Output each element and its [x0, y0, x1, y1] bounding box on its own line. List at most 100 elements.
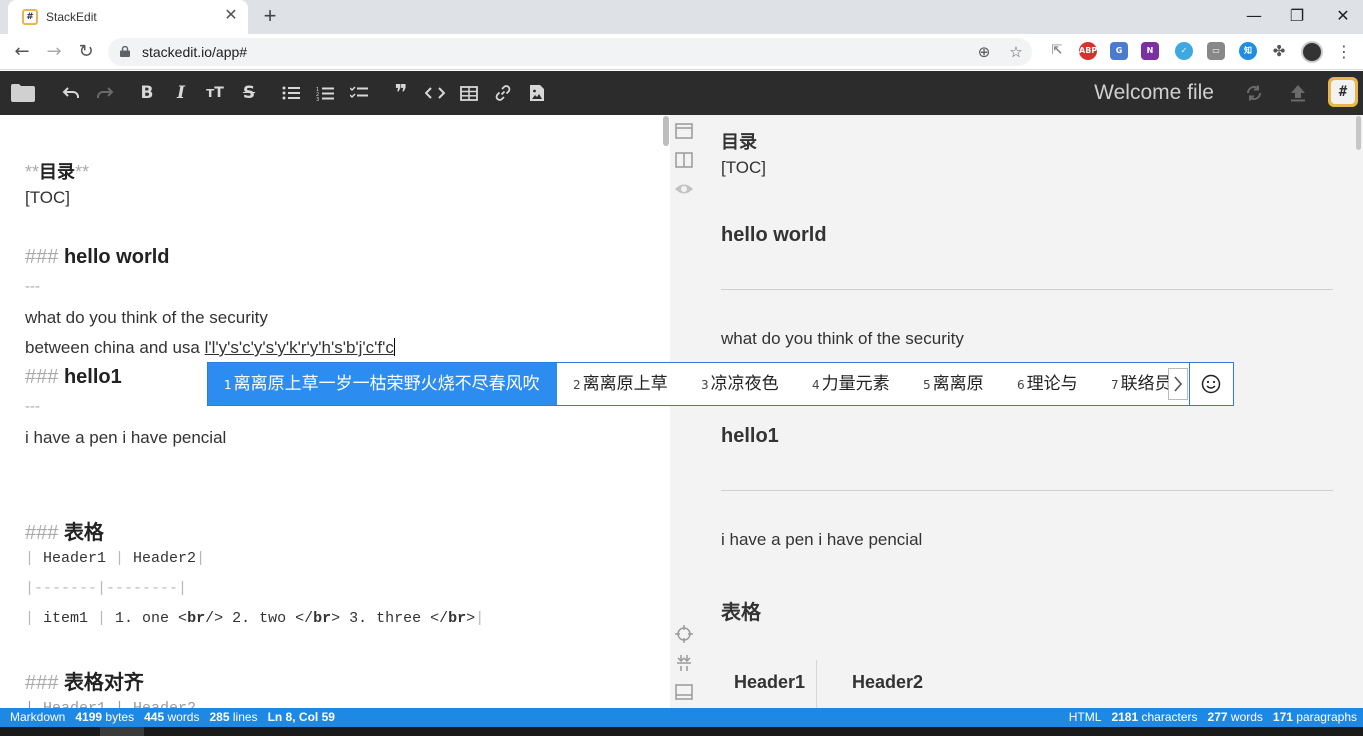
heading-icon[interactable]: тT [203, 81, 227, 105]
cursor-position: Ln 8, Col 59 [267, 710, 335, 724]
eye-preview-icon[interactable] [674, 179, 694, 199]
scroll-sync-icon[interactable] [674, 653, 694, 673]
sync-icon[interactable] [1242, 81, 1266, 105]
editor-paragraph-3: i have a pen i have pencial [25, 428, 227, 447]
taskbar-button[interactable] [100, 727, 144, 736]
ime-candidate-1[interactable]: 1 离离原上草一岁一枯荣野火烧不尽春风吹 [208, 363, 557, 405]
folder-icon[interactable] [10, 81, 36, 105]
editor-heading-hello-world: ### hello world [25, 246, 170, 268]
ext-screen-icon[interactable]: ▭ [1207, 42, 1225, 60]
blockquote-icon[interactable]: ❞ [389, 81, 413, 106]
ime-candidate-2[interactable]: 2 离离原上草 [573, 363, 668, 405]
translate-icon[interactable]: G [1110, 42, 1128, 60]
toggle-navigation-bar-icon[interactable] [674, 121, 694, 141]
preview-heading-hello1: hello1 [721, 425, 779, 447]
address-bar-row: ← → ↻ stackedit.io/app# ⊕ ☆ ⇱ ABP G N ✓ … [0, 34, 1363, 70]
editor-heading-table-align: ### 表格对齐 [25, 672, 144, 694]
editor-paragraph-1: what do you think of the security [25, 308, 268, 327]
ime-candidate-7[interactable]: 7 联络员 [1111, 363, 1172, 405]
editor-hr-1: --- [25, 278, 40, 295]
numbered-list-icon[interactable]: 123 [313, 81, 337, 105]
preview-heading-table: 表格 [721, 602, 761, 624]
image-icon[interactable] [525, 81, 549, 105]
toggle-side-preview-icon[interactable] [674, 150, 694, 170]
bulleted-list-icon[interactable] [279, 81, 303, 105]
status-markdown-label: Markdown [10, 710, 66, 724]
code-icon[interactable] [423, 81, 447, 105]
browser-menu-icon[interactable]: ⋮ [1336, 40, 1352, 64]
focus-mode-icon[interactable] [674, 624, 694, 644]
chevron-right-icon[interactable] [1168, 368, 1188, 400]
omnibox[interactable]: stackedit.io/app# ⊕ ☆ [108, 38, 1032, 66]
stackedit-menu-button[interactable]: # [1328, 77, 1358, 107]
minimize-button[interactable]: — [1231, 3, 1277, 29]
ime-candidate-6[interactable]: 6 理论与 [1017, 363, 1078, 405]
text-caret [393, 338, 395, 356]
editor-heading-hello1: ### hello1 [25, 366, 122, 388]
stackedit-toolbar: B I тT S 123 ❞ Welcome file [0, 71, 1363, 115]
ime-candidate-3[interactable]: 3 凉凉夜色 [701, 363, 779, 405]
editor-scrollbar[interactable] [663, 116, 669, 146]
preview-table-header-2: Header2 [852, 672, 924, 692]
puzzle-icon[interactable]: ✤ [1270, 42, 1288, 60]
lock-icon [120, 46, 130, 57]
table-icon[interactable] [457, 81, 481, 105]
italic-icon[interactable]: I [169, 81, 193, 105]
status-html-label: HTML [1068, 710, 1102, 724]
editor-table-align-row: | Header1 | Header2 [25, 700, 196, 708]
preview-hr-1 [721, 289, 1333, 290]
ext-blue-icon[interactable]: ✓ [1175, 42, 1193, 60]
stackedit-favicon-icon: # [22, 9, 38, 25]
status-bar: Markdown 4199 bytes 445 words 285 lines … [0, 708, 1363, 727]
ime-candidate-window: 1 离离原上草一岁一枯荣野火烧不尽春风吹 2 离离原上草 3 凉凉夜色 4 力量元素 5… [207, 362, 1234, 406]
preview-toc-heading: 目录 [721, 132, 757, 152]
emoji-icon[interactable] [1192, 371, 1230, 397]
undo-icon[interactable] [59, 81, 83, 105]
tab-close-icon[interactable]: ✕ [222, 7, 240, 25]
url-text[interactable]: stackedit.io/app# [142, 44, 247, 60]
editor-toc-heading: **目录** [25, 162, 90, 182]
new-tab-button[interactable]: + [258, 5, 282, 29]
ext-zhi-icon[interactable]: 知 [1239, 42, 1257, 60]
preview-scrollbar[interactable] [1356, 116, 1361, 150]
tab-title: StackEdit [46, 10, 97, 24]
side-button-column [670, 115, 698, 708]
ime-candidate-4[interactable]: 4 力量元素 [812, 363, 890, 405]
bold-icon[interactable]: B [135, 81, 159, 105]
document-title[interactable]: Welcome file [1094, 81, 1214, 105]
maximize-button[interactable]: ❐ [1274, 3, 1320, 29]
preview-paragraph-1: what do you think of the security [721, 329, 964, 348]
os-taskbar [0, 727, 1363, 736]
preview-paragraph-3: i have a pen i have pencial [721, 530, 923, 549]
preview-table-divider [816, 660, 817, 708]
redo-icon[interactable] [93, 81, 117, 105]
markdown-editor[interactable]: **目录** [TOC] ### hello world --- what do… [0, 115, 670, 708]
editor-hr-2: --- [25, 398, 40, 415]
profile-avatar[interactable] [1301, 41, 1323, 63]
abp-icon[interactable]: ABP [1079, 42, 1097, 60]
checklist-icon[interactable] [347, 81, 371, 105]
cursor-ext-icon[interactable]: ⇱ [1048, 42, 1066, 60]
bookmark-star-icon[interactable]: ☆ [1006, 42, 1026, 62]
strikethrough-icon[interactable]: S [237, 81, 261, 105]
forward-button[interactable]: → [41, 39, 67, 65]
preview-toc: [TOC] [721, 158, 767, 177]
back-button[interactable]: ← [9, 39, 35, 65]
toggle-status-bar-icon[interactable] [674, 682, 694, 702]
publish-icon[interactable] [1286, 81, 1310, 105]
ime-candidate-5[interactable]: 5 离离原 [923, 363, 984, 405]
link-icon[interactable] [491, 81, 515, 105]
window-close-button[interactable]: ✕ [1320, 3, 1363, 29]
browser-tab-strip: # StackEdit ✕ + — ❐ ✕ [0, 0, 1363, 34]
editor-table-item-row: | item1 | 1. one <br/> 2. two </br> 3. t… [25, 610, 485, 627]
stackedit-logo-icon: # [1331, 80, 1355, 104]
editor-stats: Markdown 4199 bytes 445 words 285 lines … [10, 710, 335, 724]
onenote-icon[interactable]: N [1141, 42, 1159, 60]
ime-composition-text: l'l'y's'c'y's'y'k'r'y'h's'b'j'c'f'c [204, 338, 394, 357]
install-app-icon[interactable]: ⊕ [974, 42, 994, 62]
browser-tab[interactable]: # StackEdit ✕ [8, 0, 248, 34]
reload-button[interactable]: ↻ [73, 39, 99, 65]
ime-separator [1189, 363, 1190, 405]
editor-table-header-row: | Header1 | Header2| [25, 550, 206, 567]
editor-toc-line: [TOC] [25, 188, 71, 207]
